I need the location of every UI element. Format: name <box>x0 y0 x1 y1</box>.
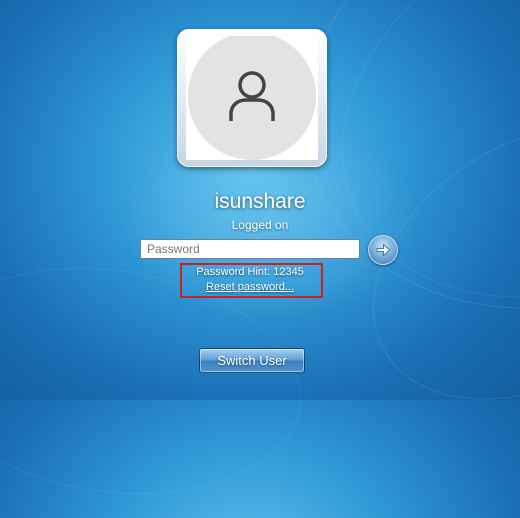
password-input[interactable] <box>140 239 360 259</box>
user-avatar <box>186 36 318 160</box>
switch-user-button[interactable]: Switch User <box>199 348 305 373</box>
user-avatar-frame <box>177 29 327 167</box>
user-silhouette-icon <box>229 71 275 121</box>
reset-password-link[interactable]: Reset password... <box>0 281 500 293</box>
user-status-label: Logged on <box>231 218 289 232</box>
background-streak <box>323 65 520 457</box>
password-hint: Password Hint: 12345 <box>196 266 304 278</box>
arrow-right-icon <box>376 243 391 257</box>
avatar-circle <box>188 36 316 160</box>
username-label: isunshare <box>214 190 306 213</box>
submit-button[interactable] <box>368 235 398 265</box>
